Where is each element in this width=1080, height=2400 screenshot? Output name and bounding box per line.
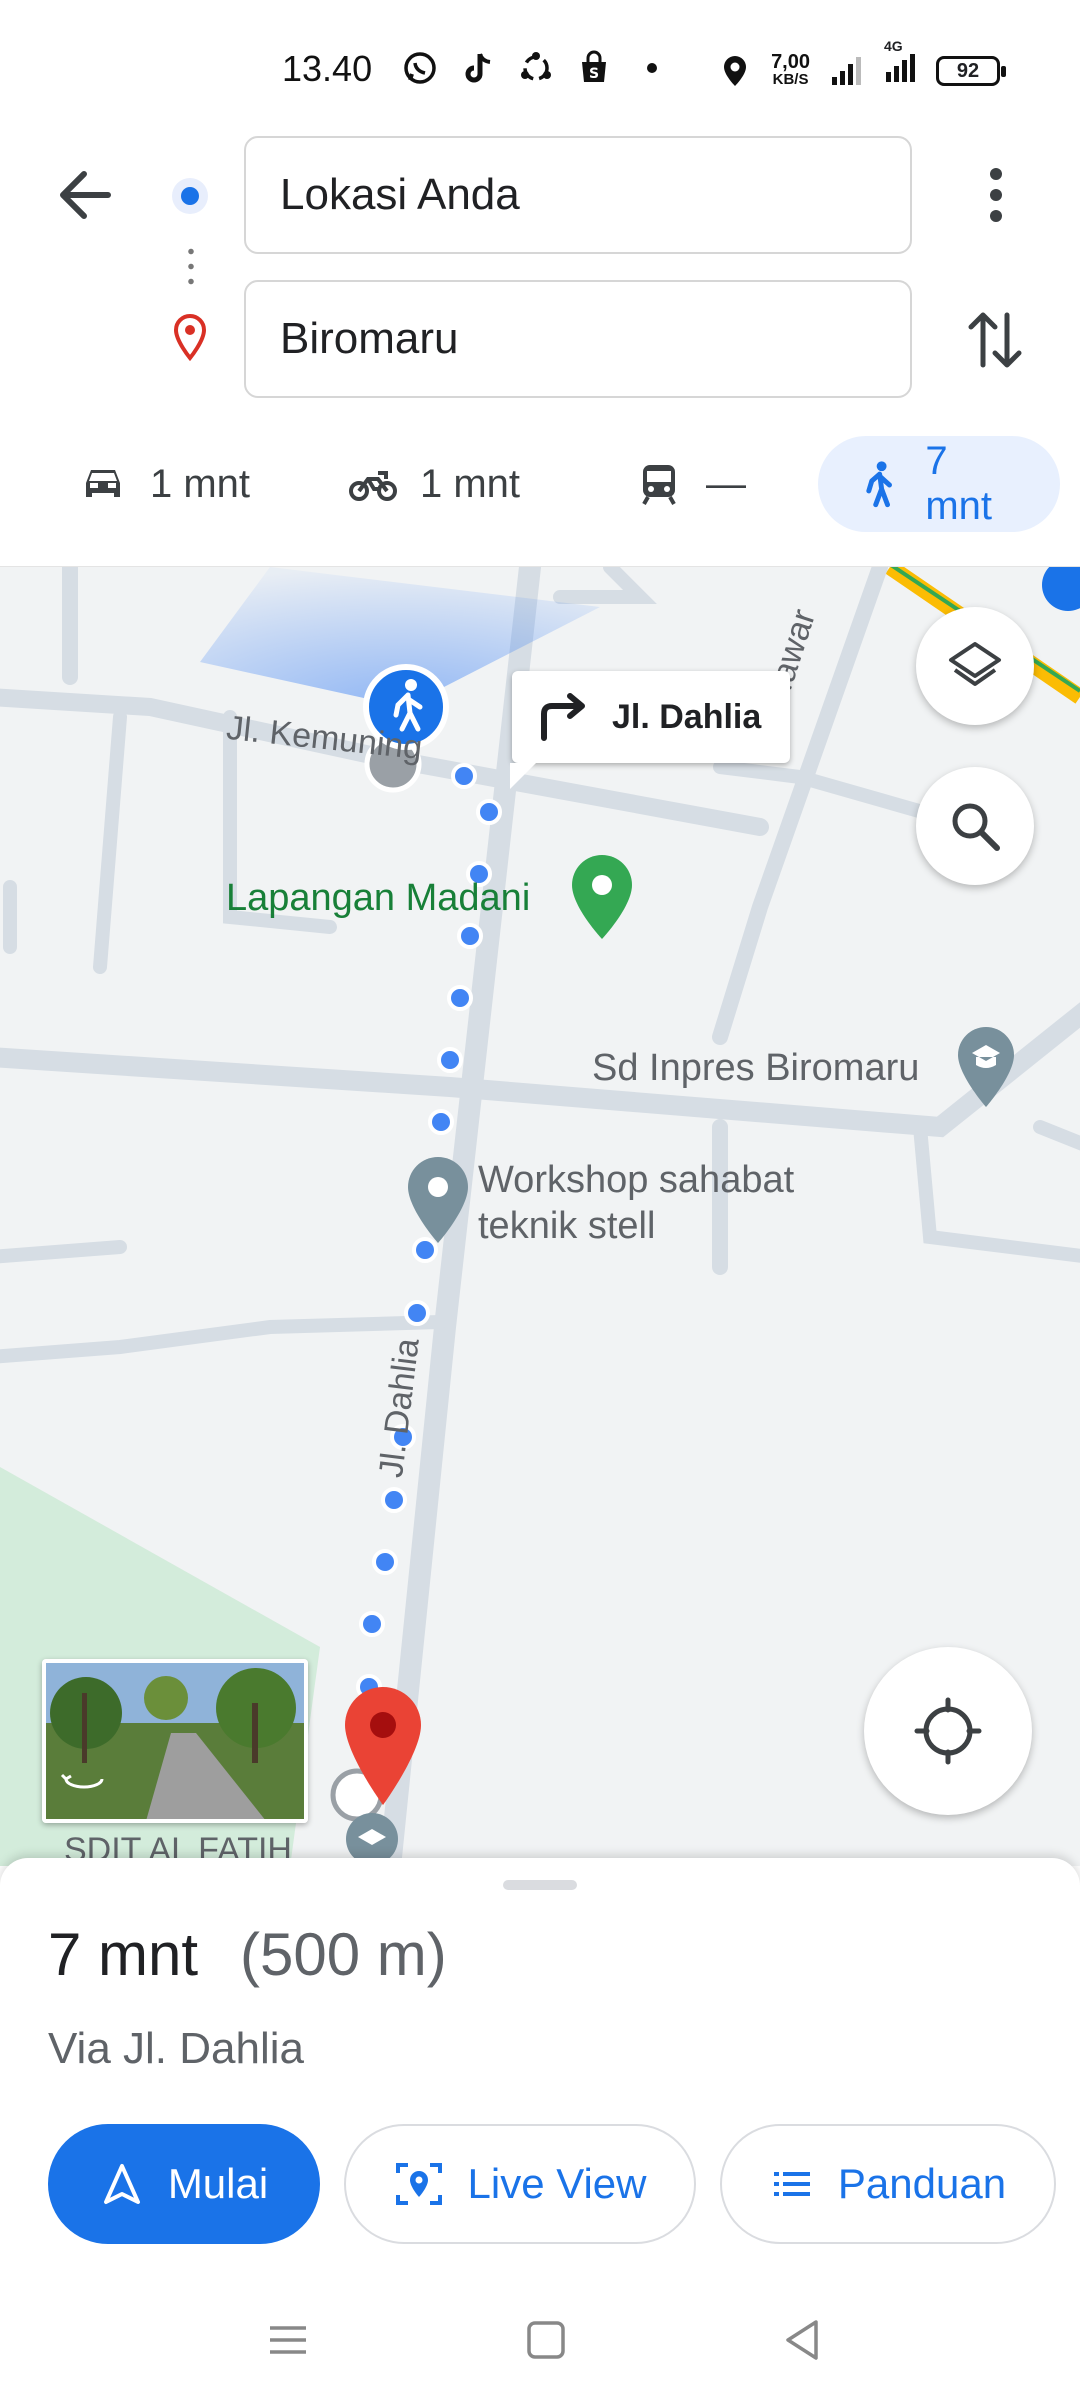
origin-input[interactable]: Lokasi Anda <box>244 136 912 254</box>
park-label: Lapangan Madani <box>226 877 531 919</box>
system-nav-bar <box>0 2280 1080 2400</box>
live-view-button[interactable]: Live View <box>344 2124 696 2244</box>
home-icon[interactable] <box>516 2310 576 2370</box>
destination-input[interactable]: Biromaru <box>244 280 912 398</box>
mode-car-label: 1 mnt <box>150 461 251 506</box>
school-label: Sd Inpres Biromaru <box>592 1047 920 1089</box>
mode-motorcycle[interactable]: 1 mnt <box>348 436 520 532</box>
route-via: Via Jl. Dahlia <box>48 2024 304 2073</box>
destination-pin-icon <box>173 313 207 362</box>
svg-text:S: S <box>589 66 599 82</box>
park-pin-icon <box>572 855 632 939</box>
origin-dot-icon <box>172 178 208 214</box>
turn-right-icon <box>541 693 585 741</box>
back-arrow-icon[interactable] <box>50 160 120 230</box>
swap-icon[interactable] <box>965 305 1025 375</box>
live-view-label: Live View <box>467 2160 647 2207</box>
whatsapp-icon <box>404 52 436 84</box>
back-nav-icon[interactable] <box>772 2310 832 2370</box>
travel-mode-tabs: 1 mnt 1 mnt — 7 mnt <box>0 430 1080 540</box>
steps-button[interactable]: Panduan <box>720 2124 1056 2244</box>
shop-icon: S <box>582 50 606 82</box>
navigation-arrow-icon <box>103 2164 140 2204</box>
layers-icon <box>949 642 1001 686</box>
mode-car[interactable]: 1 mnt <box>78 436 250 532</box>
notification-icons: S <box>402 50 670 86</box>
tiktok-icon <box>465 53 491 83</box>
battery-icon: 92 <box>936 55 1006 86</box>
route-distance: (500 m) <box>240 1921 447 1988</box>
search-icon <box>952 803 1000 851</box>
my-location-button[interactable] <box>864 1647 1032 1815</box>
map-search-button[interactable] <box>916 767 1034 885</box>
layers-button[interactable] <box>916 607 1034 725</box>
more-options-icon[interactable] <box>970 160 1022 230</box>
motorcycle-icon <box>349 471 397 501</box>
turn-street-name: Jl. Dahlia <box>612 697 762 736</box>
signal-icon <box>832 56 861 85</box>
recents-menu-icon[interactable] <box>258 2310 318 2370</box>
route-duration: 7 mnt <box>48 1921 199 1988</box>
walking-icon <box>866 461 892 508</box>
list-icon <box>773 2172 810 2196</box>
steps-label: Panduan <box>837 2160 1007 2207</box>
workshop-label: Workshop sahabat teknik stell <box>478 1159 795 1247</box>
street-view-image <box>46 1663 304 1819</box>
status-bar: 13.40 S 7,00 KB/S 4G 92 <box>0 0 1080 130</box>
train-icon <box>642 465 676 505</box>
car-icon <box>86 470 120 497</box>
status-time: 13.40 <box>282 48 373 89</box>
mode-walk[interactable]: 7 mnt <box>818 436 1060 532</box>
mode-transit-label: — <box>706 461 746 506</box>
start-button[interactable]: Mulai <box>48 2124 320 2244</box>
mode-transit[interactable]: — <box>634 436 746 532</box>
street-view-thumbnail[interactable] <box>42 1659 308 1823</box>
net-speed: 7,00 KB/S <box>771 50 810 88</box>
drag-handle[interactable] <box>503 1880 577 1890</box>
mode-walk-label: 7 mnt <box>925 439 992 528</box>
start-button-label: Mulai <box>167 2160 269 2207</box>
crosshair-icon <box>914 1697 982 1765</box>
system-status-icons: 7,00 KB/S 4G 92 <box>717 38 1006 91</box>
live-view-icon <box>395 2163 442 2205</box>
signal-4g-icon: 4G <box>882 38 918 91</box>
map-view[interactable]: Jl. Kemuning Jl. Mawar Jl. Dahlia Lapang… <box>0 566 1080 1866</box>
route-connector-dots <box>188 244 194 288</box>
turn-instruction-card[interactable]: Jl. Dahlia <box>510 671 790 789</box>
dot-icon <box>647 63 657 73</box>
sync-icon <box>521 52 551 81</box>
location-icon <box>724 55 747 86</box>
mode-motorcycle-label: 1 mnt <box>420 461 521 506</box>
